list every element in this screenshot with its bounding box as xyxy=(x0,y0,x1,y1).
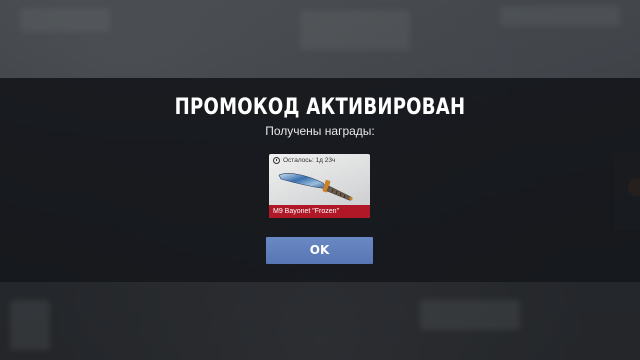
reward-timer-text: Осталось: 1д 23ч xyxy=(283,157,336,164)
blurred-element xyxy=(300,10,410,50)
blurred-bottom-bar xyxy=(0,282,640,360)
knife-icon xyxy=(278,173,353,201)
dialog-subtitle: Получены награды: xyxy=(265,124,375,138)
promo-dialog: ПРОМОКОД АКТИВИРОВАН Получены награды: О… xyxy=(0,78,640,282)
reward-card[interactable]: Осталось: 1д 23ч M9 Bayonet "Frozen" xyxy=(269,154,370,218)
blurred-element xyxy=(20,8,110,32)
blurred-element xyxy=(10,300,50,350)
reward-timer: Осталось: 1д 23ч xyxy=(273,157,335,164)
clock-icon xyxy=(273,157,280,164)
blurred-element xyxy=(500,6,620,26)
blurred-element xyxy=(420,300,520,330)
reward-item-name: M9 Bayonet "Frozen" xyxy=(269,205,370,218)
dialog-title: ПРОМОКОД АКТИВИРОВАН xyxy=(174,95,466,120)
ok-button[interactable]: OK xyxy=(266,237,373,264)
